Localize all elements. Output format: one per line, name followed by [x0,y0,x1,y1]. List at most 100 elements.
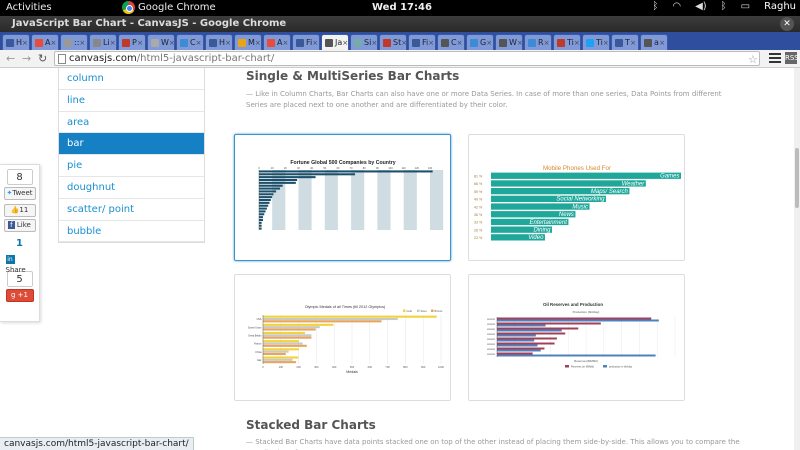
scrollbar-thumb[interactable] [795,148,799,208]
gplus-button[interactable]: g +1 [5,289,34,302]
bluetooth-icon[interactable]: ᛒ [652,1,658,12]
browser-tab-0[interactable]: H × [2,34,30,50]
nav-item-pie[interactable]: pie [59,155,204,177]
mobile-bar-label: Music [572,204,588,210]
tab-favicon-icon [296,38,304,47]
chrome-menu-icon[interactable] [769,53,781,63]
tab-close-icon[interactable]: × [79,39,85,47]
activities-button[interactable]: Activities [6,2,52,13]
mobile-pct-label: 23 % [474,236,483,240]
browser-tab-12[interactable]: Si × [350,34,378,50]
tab-close-icon[interactable]: × [659,39,665,47]
browser-toolbar: ← → ↻ canvasjs.com/html5-javascript-bar-… [0,50,800,68]
app-menu[interactable]: Google Chrome [122,1,216,14]
oil-production-bar [497,329,562,332]
browser-tab-11[interactable]: Ja × [321,34,349,50]
mobile-pct-label: 42 % [474,205,483,209]
browser-tab-13[interactable]: St × [379,34,407,50]
tab-close-icon[interactable]: × [312,39,318,47]
tab-close-icon[interactable]: × [428,39,434,47]
nav-item-bar[interactable]: bar [59,133,204,156]
nav-item-column[interactable]: column [59,68,204,90]
volume-icon[interactable]: ◀) [695,1,707,12]
oil-title: Oil Reserves and Production [543,302,603,307]
oil-category-label [487,348,495,350]
bluetooth-icon-2[interactable]: ᛒ [721,1,727,12]
facebook-like-button[interactable]: f Like [3,219,36,232]
tab-close-icon[interactable]: × [196,39,202,47]
browser-tab-10[interactable]: Fi × [292,34,320,50]
tab-close-icon[interactable]: × [401,39,406,47]
oil-category-label [487,343,495,345]
browser-tab-14[interactable]: Fi × [408,34,436,50]
user-menu[interactable]: Raghu [764,1,796,12]
oil-production-bar [497,319,659,322]
browser-tab-7[interactable]: H × [205,34,233,50]
oil-category-label [487,333,495,335]
back-arrow-icon[interactable]: ← [6,52,15,65]
tweet-button[interactable]: ✦Tweet [3,187,36,200]
tab-close-icon[interactable]: × [517,39,522,47]
nav-item-scatter-point[interactable]: scatter/ point [59,199,204,221]
tab-close-icon[interactable]: × [22,39,28,47]
thumbnail-fortune-500[interactable]: Fortune Global 500 Companies by Country 0… [234,134,451,261]
tab-close-icon[interactable]: × [486,39,492,47]
battery-icon[interactable]: ▭ [741,1,750,12]
linkedin-share-button[interactable]: in Share [4,254,36,274]
tab-close-icon[interactable]: × [603,39,609,47]
browser-tab-17[interactable]: W × [495,34,523,50]
browser-tab-16[interactable]: G × [466,34,494,50]
tab-close-icon[interactable]: × [630,39,636,47]
nav-item-area[interactable]: area [59,112,204,134]
browser-tab-19[interactable]: Ti × [553,34,581,50]
browser-tab-1[interactable]: A × [31,34,59,50]
facebook-like-count-button[interactable]: 👍11 [3,204,36,217]
tab-close-icon[interactable]: × [110,39,116,47]
browser-tab-8[interactable]: M × [234,34,262,50]
wifi-icon[interactable]: ◠ [672,1,681,12]
fortune-bar [259,193,274,196]
tab-close-icon[interactable]: × [544,39,550,47]
address-bar[interactable]: canvasjs.com/html5-javascript-bar-chart/ [54,51,760,66]
browser-tab-5[interactable]: W × [147,34,175,50]
reload-icon[interactable]: ↻ [38,52,47,65]
olympic-bar [263,352,286,356]
tab-label: P [132,38,137,47]
olympic-tick-label: 100 [279,365,284,369]
tab-close-icon[interactable]: × [282,39,288,47]
browser-tab-18[interactable]: R × [524,34,552,50]
browser-tab-6[interactable]: C × [176,34,204,50]
olympic-bar [263,315,437,318]
forward-arrow-icon[interactable]: → [22,52,31,65]
tab-close-icon[interactable]: × [371,39,377,47]
clock[interactable]: Wed 17:46 [372,2,432,13]
tab-close-icon[interactable]: × [574,39,580,47]
tab-close-icon[interactable]: × [457,39,463,47]
browser-tab-4[interactable]: P × [118,34,146,50]
browser-tab-21[interactable]: T × [611,34,639,50]
browser-tab-22[interactable]: a × [640,34,668,50]
window-close-icon[interactable]: ✕ [780,17,794,31]
nav-item-line[interactable]: line [59,90,204,112]
thumbnail-mobile-phones[interactable]: Mobile Phones Used For 81 % Games 66 % Weath… [468,134,685,261]
browser-tab-3[interactable]: Li × [89,34,117,50]
tab-close-icon[interactable]: × [50,39,56,47]
tab-close-icon[interactable]: × [342,39,348,47]
tab-close-icon[interactable]: × [255,39,261,47]
nav-item-doughnut[interactable]: doughnut [59,177,204,199]
extension-icon[interactable]: RSS [785,52,799,64]
nav-item-bubble[interactable]: bubble [59,221,204,243]
olympic-bar [263,331,306,335]
tab-close-icon[interactable]: × [169,39,174,47]
browser-tab-20[interactable]: Ti × [582,34,610,50]
thumbnail-olympic-medals[interactable]: Olympic Medals of all Times (till 2012 O… [234,274,451,401]
page-scrollbar[interactable] [794,68,800,450]
tab-close-icon[interactable]: × [225,39,231,47]
thumbnail-oil-reserves[interactable]: Oil Reserves and Production Production (b… [468,274,685,401]
bookmark-star-icon[interactable]: ☆ [748,53,758,66]
fortune-band [324,170,338,230]
browser-tab-15[interactable]: C × [437,34,465,50]
browser-tab-2[interactable]: :: × [60,34,88,50]
tab-close-icon[interactable]: × [137,39,143,47]
browser-tab-9[interactable]: A × [263,34,291,50]
